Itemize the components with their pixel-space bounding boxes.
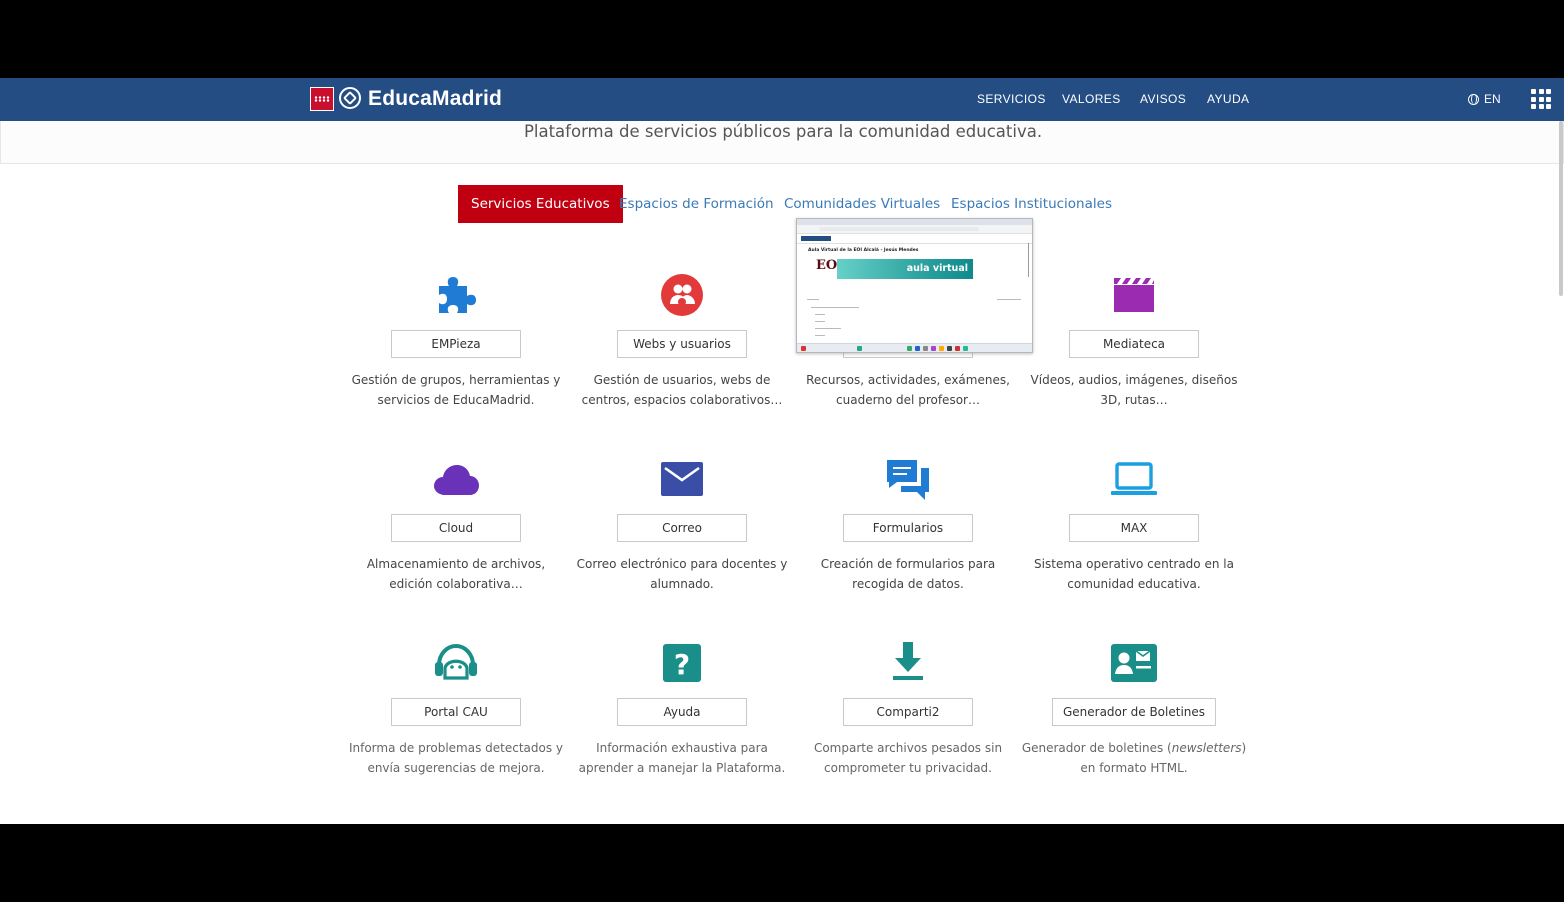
service-card-mediateca[interactable]: Mediateca Vídeos, audios, imágenes, dise… [1021, 270, 1247, 440]
thumbnail-aula-banner: aula virtual [837, 259, 973, 279]
language-label: EN [1484, 92, 1501, 106]
service-card-formularios[interactable]: Formularios Creación de formularios para… [795, 454, 1021, 624]
service-description: Generador de boletines (newsletters) en f… [1021, 741, 1247, 775]
brand-logo[interactable]: EducaMadrid [368, 85, 502, 113]
page-tagline: Plataforma de servicios públicos para la… [523, 122, 1043, 141]
educamadrid-logo-icon[interactable] [339, 87, 361, 109]
thumbnail-page-title: Aula Virtual de la EOI Alcalá - Jesús Me… [808, 248, 919, 253]
chat-bubbles-icon [883, 454, 933, 504]
service-card-ayuda[interactable]: ? Ayuda Información exhaustiva para apren… [569, 638, 795, 808]
language-switch[interactable]: EN [1468, 91, 1501, 107]
puzzle-icon [431, 270, 481, 320]
service-description: Almacenamiento de archivos, edición colab… [366, 557, 546, 591]
service-label[interactable]: Formularios [843, 514, 973, 542]
tagline-band: Plataforma de servicios públicos para la… [0, 121, 1564, 164]
download-icon [883, 638, 933, 688]
question-icon: ? [657, 638, 707, 688]
service-description: Información exhaustiva para aprender a ma… [578, 741, 786, 775]
clapperboard-icon [1109, 270, 1159, 320]
service-description: Vídeos, audios, imágenes, diseños 3D, rut… [1030, 373, 1238, 407]
tab-espacios-formacion[interactable]: Espacios de Formación [619, 185, 774, 223]
users-circle-icon [657, 270, 707, 320]
thumbnail-banner-text: aula virtual [906, 263, 968, 274]
service-label[interactable]: Cloud [391, 514, 521, 542]
svg-text:?: ? [674, 648, 690, 681]
nav-servicios[interactable]: SERVICIOS [977, 91, 1046, 107]
service-label[interactable]: EMPieza [391, 330, 521, 358]
service-description: Recursos, actividades, exámenes, cuaderno… [806, 373, 1010, 407]
service-description: Informa de problemas detectados y envía s… [348, 741, 564, 775]
tab-servicios-educativos[interactable]: Servicios Educativos [458, 185, 623, 223]
service-label[interactable]: Correo [617, 514, 747, 542]
service-description: Gestión de usuarios, webs de centros, esp… [581, 373, 783, 407]
nav-ayuda[interactable]: AYUDA [1207, 91, 1249, 107]
service-description: Creación de formularios para recogida de … [820, 557, 996, 591]
service-label[interactable]: Comparti2 [843, 698, 973, 726]
service-description: Gestión de grupos, herramientas y servici… [351, 373, 561, 407]
nav-valores[interactable]: VALORES [1062, 91, 1121, 107]
service-label[interactable]: Webs y usuarios [617, 330, 747, 358]
top-navbar: EducaMadrid SERVICIOS VALORES AVISOS AYU… [0, 78, 1564, 122]
contact-card-icon [1109, 638, 1159, 688]
service-description: Correo electrónico para docentes y alumna… [576, 557, 788, 591]
service-card-empieza[interactable]: EMPieza Gestión de grupos, herramientas … [343, 270, 569, 440]
service-label[interactable]: MAX [1069, 514, 1199, 542]
thumbnail-site-header [797, 234, 1032, 244]
service-card-portal-cau[interactable]: Portal CAU Informa de problemas detectad… [343, 638, 569, 808]
screenshot-thumbnail-overlay[interactable]: Aula Virtual de la EOI Alcalá - Jesús Me… [796, 218, 1033, 353]
service-label[interactable]: Mediateca [1069, 330, 1199, 358]
service-label[interactable]: Generador de Boletines [1051, 698, 1217, 726]
service-card-comparti2[interactable]: Comparti2 Comparte archivos pesados sin c… [795, 638, 1021, 808]
cloud-icon [431, 454, 481, 504]
service-card-cloud[interactable]: Cloud Almacenamiento de archivos, edición… [343, 454, 569, 624]
service-card-max[interactable]: MAX Sistema operativo centrado en la comu… [1021, 454, 1247, 624]
service-description: Comparte archivos pesados sin comprometer… [813, 741, 1003, 775]
service-description: Sistema operativo centrado en la comunida… [1034, 557, 1234, 591]
service-label[interactable]: Ayuda [617, 698, 747, 726]
page-scrollbar[interactable] [1559, 121, 1563, 296]
headset-icon [431, 638, 481, 688]
thumbnail-taskbar [797, 343, 1032, 352]
comunidad-madrid-flag-icon[interactable] [310, 87, 334, 111]
thumbnail-logo [801, 236, 831, 241]
service-card-correo[interactable]: Correo Correo electrónico para docentes … [569, 454, 795, 624]
globe-icon [1468, 94, 1479, 105]
thumbnail-url-field [819, 227, 979, 231]
service-label[interactable]: Portal CAU [391, 698, 521, 726]
browser-viewport: EducaMadrid SERVICIOS VALORES AVISOS AYU… [0, 78, 1564, 824]
laptop-icon [1109, 454, 1159, 504]
envelope-icon [657, 454, 707, 504]
service-card-generador-boletines[interactable]: Generador de Boletines Generador de bole… [1021, 638, 1247, 808]
apps-grid-icon[interactable] [1531, 89, 1551, 109]
nav-avisos[interactable]: AVISOS [1140, 91, 1186, 107]
service-card-webs-usuarios[interactable]: Webs y usuarios Gestión de usuarios, web… [569, 270, 795, 440]
